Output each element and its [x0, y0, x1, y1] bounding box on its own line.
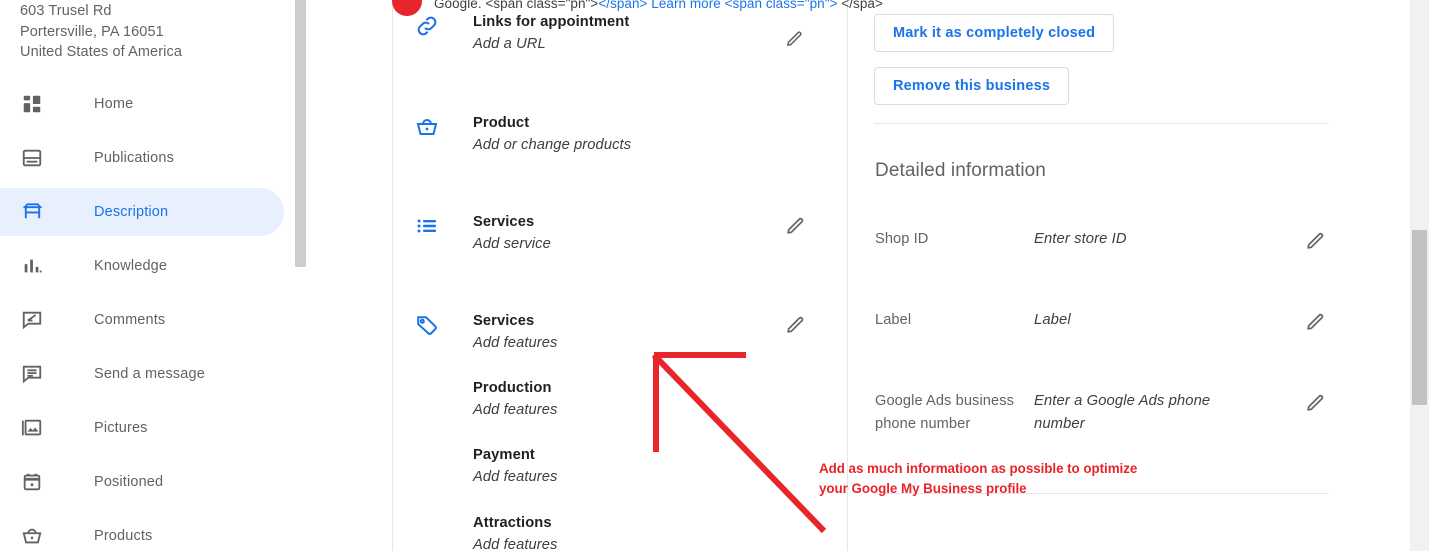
business-info-list: Links for appointment Add a URL Product [393, 0, 847, 551]
detail-value: Enter a Google Ads phone number [1034, 393, 1211, 432]
page-scrollbar-thumb[interactable] [1412, 230, 1427, 405]
edit-pencil-icon[interactable] [785, 28, 807, 50]
list-item-title: Payment [473, 447, 535, 463]
business-address: 603 Trusel Rd Portersville, PA 16051 Uni… [0, 0, 306, 63]
photo-library-icon [20, 416, 44, 440]
list-item-text: Production Add features [473, 378, 847, 421]
edit-pencil-icon[interactable] [785, 313, 807, 335]
remove-business-button[interactable]: Remove this business [874, 67, 1070, 105]
edit-pencil-icon[interactable] [785, 214, 807, 236]
calendar-icon [20, 470, 44, 494]
sidebar-item-home[interactable]: Home [0, 80, 284, 128]
app-screenshot: 603 Trusel Rd Portersville, PA 16051 Uni… [0, 0, 1429, 551]
edit-pencil-icon[interactable] [1305, 229, 1327, 251]
sidebar-item-label: Positioned [94, 473, 164, 490]
sidebar-scrollbar-thumb[interactable] [295, 0, 306, 267]
list-item-subtitle: Add features [473, 469, 558, 485]
list-item-subtitle: Add features [473, 335, 558, 351]
list-item-product[interactable]: Product Add or change products [393, 113, 847, 156]
list-item-text: Attractions Add features [473, 513, 847, 551]
message-icon [20, 362, 44, 386]
sidebar-item-description[interactable]: Description [0, 187, 284, 236]
detail-label: Google Ads business phone number [875, 393, 1015, 432]
basket-icon [413, 115, 441, 139]
edit-pencil-icon[interactable] [1305, 391, 1327, 413]
sidebar-item-positioned[interactable]: Positioned [0, 458, 284, 506]
dashboard-icon [20, 92, 44, 116]
list-item-title: Product [473, 115, 530, 131]
sidebar-item-knowledge[interactable]: Knowledge [0, 242, 284, 290]
list-item-production[interactable]: Production Add features [393, 378, 847, 421]
list-item-services-features[interactable]: Services Add features [393, 311, 847, 354]
list-item-title: Production [473, 380, 552, 396]
sidebar-nav: Home Publications Description Knowledge … [0, 80, 306, 551]
sidebar-item-pictures[interactable]: Pictures [0, 404, 284, 452]
sidebar-item-label: Knowledge [94, 257, 168, 274]
sidebar-item-comments[interactable]: Comments [0, 296, 284, 344]
annotation-line-2: your Google My Business profile [819, 480, 1027, 496]
address-line-2: Portersville, PA 16051 [20, 23, 164, 40]
sidebar-item-label: Send a message [94, 365, 205, 382]
section-divider [874, 123, 1329, 124]
insights-icon [20, 254, 44, 278]
sidebar-item-products[interactable]: Products [0, 512, 284, 551]
sidebar-item-label: Comments [94, 311, 166, 328]
edit-pencil-icon[interactable] [1305, 310, 1327, 332]
annotation-line-1: Add as much informatioon as possible to … [819, 461, 1138, 476]
list-item-subtitle: Add features [473, 402, 558, 418]
list-item-text: Payment Add features [473, 445, 847, 488]
sidebar-item-label: Pictures [94, 419, 148, 436]
detail-value: Enter store ID [1034, 231, 1127, 247]
detail-label: Label [875, 312, 912, 328]
right-margin [1390, 0, 1410, 551]
list-icon [413, 214, 441, 238]
link-icon [413, 14, 441, 38]
sidebar-item-publications[interactable]: Publications [0, 134, 284, 182]
address-line-1: 603 Trusel Rd [20, 3, 112, 19]
list-item-attractions[interactable]: Attractions Add features [393, 513, 847, 551]
review-icon [20, 308, 44, 332]
list-item-payment[interactable]: Payment Add features [393, 445, 847, 488]
tag-icon [413, 313, 441, 337]
list-item-subtitle: Add or change products [473, 137, 632, 153]
mark-completely-closed-button[interactable]: Mark it as completely closed [874, 14, 1115, 52]
list-item-subtitle: Add features [473, 537, 558, 551]
sidebar-item-label: Description [94, 203, 169, 220]
list-item-title: Attractions [473, 515, 552, 531]
sidebar-item-label: Products [94, 527, 153, 544]
detailed-information-heading: Detailed information [875, 160, 1046, 181]
list-item-links-for-appointment[interactable]: Links for appointment Add a URL [393, 12, 847, 55]
detail-value: Label [1034, 312, 1071, 328]
sidebar: 603 Trusel Rd Portersville, PA 16051 Uni… [0, 0, 306, 551]
annotation-text: Add as much informatioon as possible to … [819, 459, 1219, 498]
publications-icon [20, 146, 44, 170]
sidebar-item-send-a-message[interactable]: Send a message [0, 350, 284, 398]
detail-label: Shop ID [875, 231, 929, 247]
address-line-3: United States of America [20, 44, 182, 60]
list-item-subtitle: Add service [473, 236, 551, 252]
list-item-services[interactable]: Services Add service [393, 212, 847, 255]
sidebar-item-label: Home [94, 95, 134, 112]
list-item-text: Product Add or change products [473, 113, 847, 156]
sidebar-item-label: Publications [94, 149, 174, 166]
basket-icon [20, 524, 44, 548]
storefront-icon [20, 200, 44, 224]
